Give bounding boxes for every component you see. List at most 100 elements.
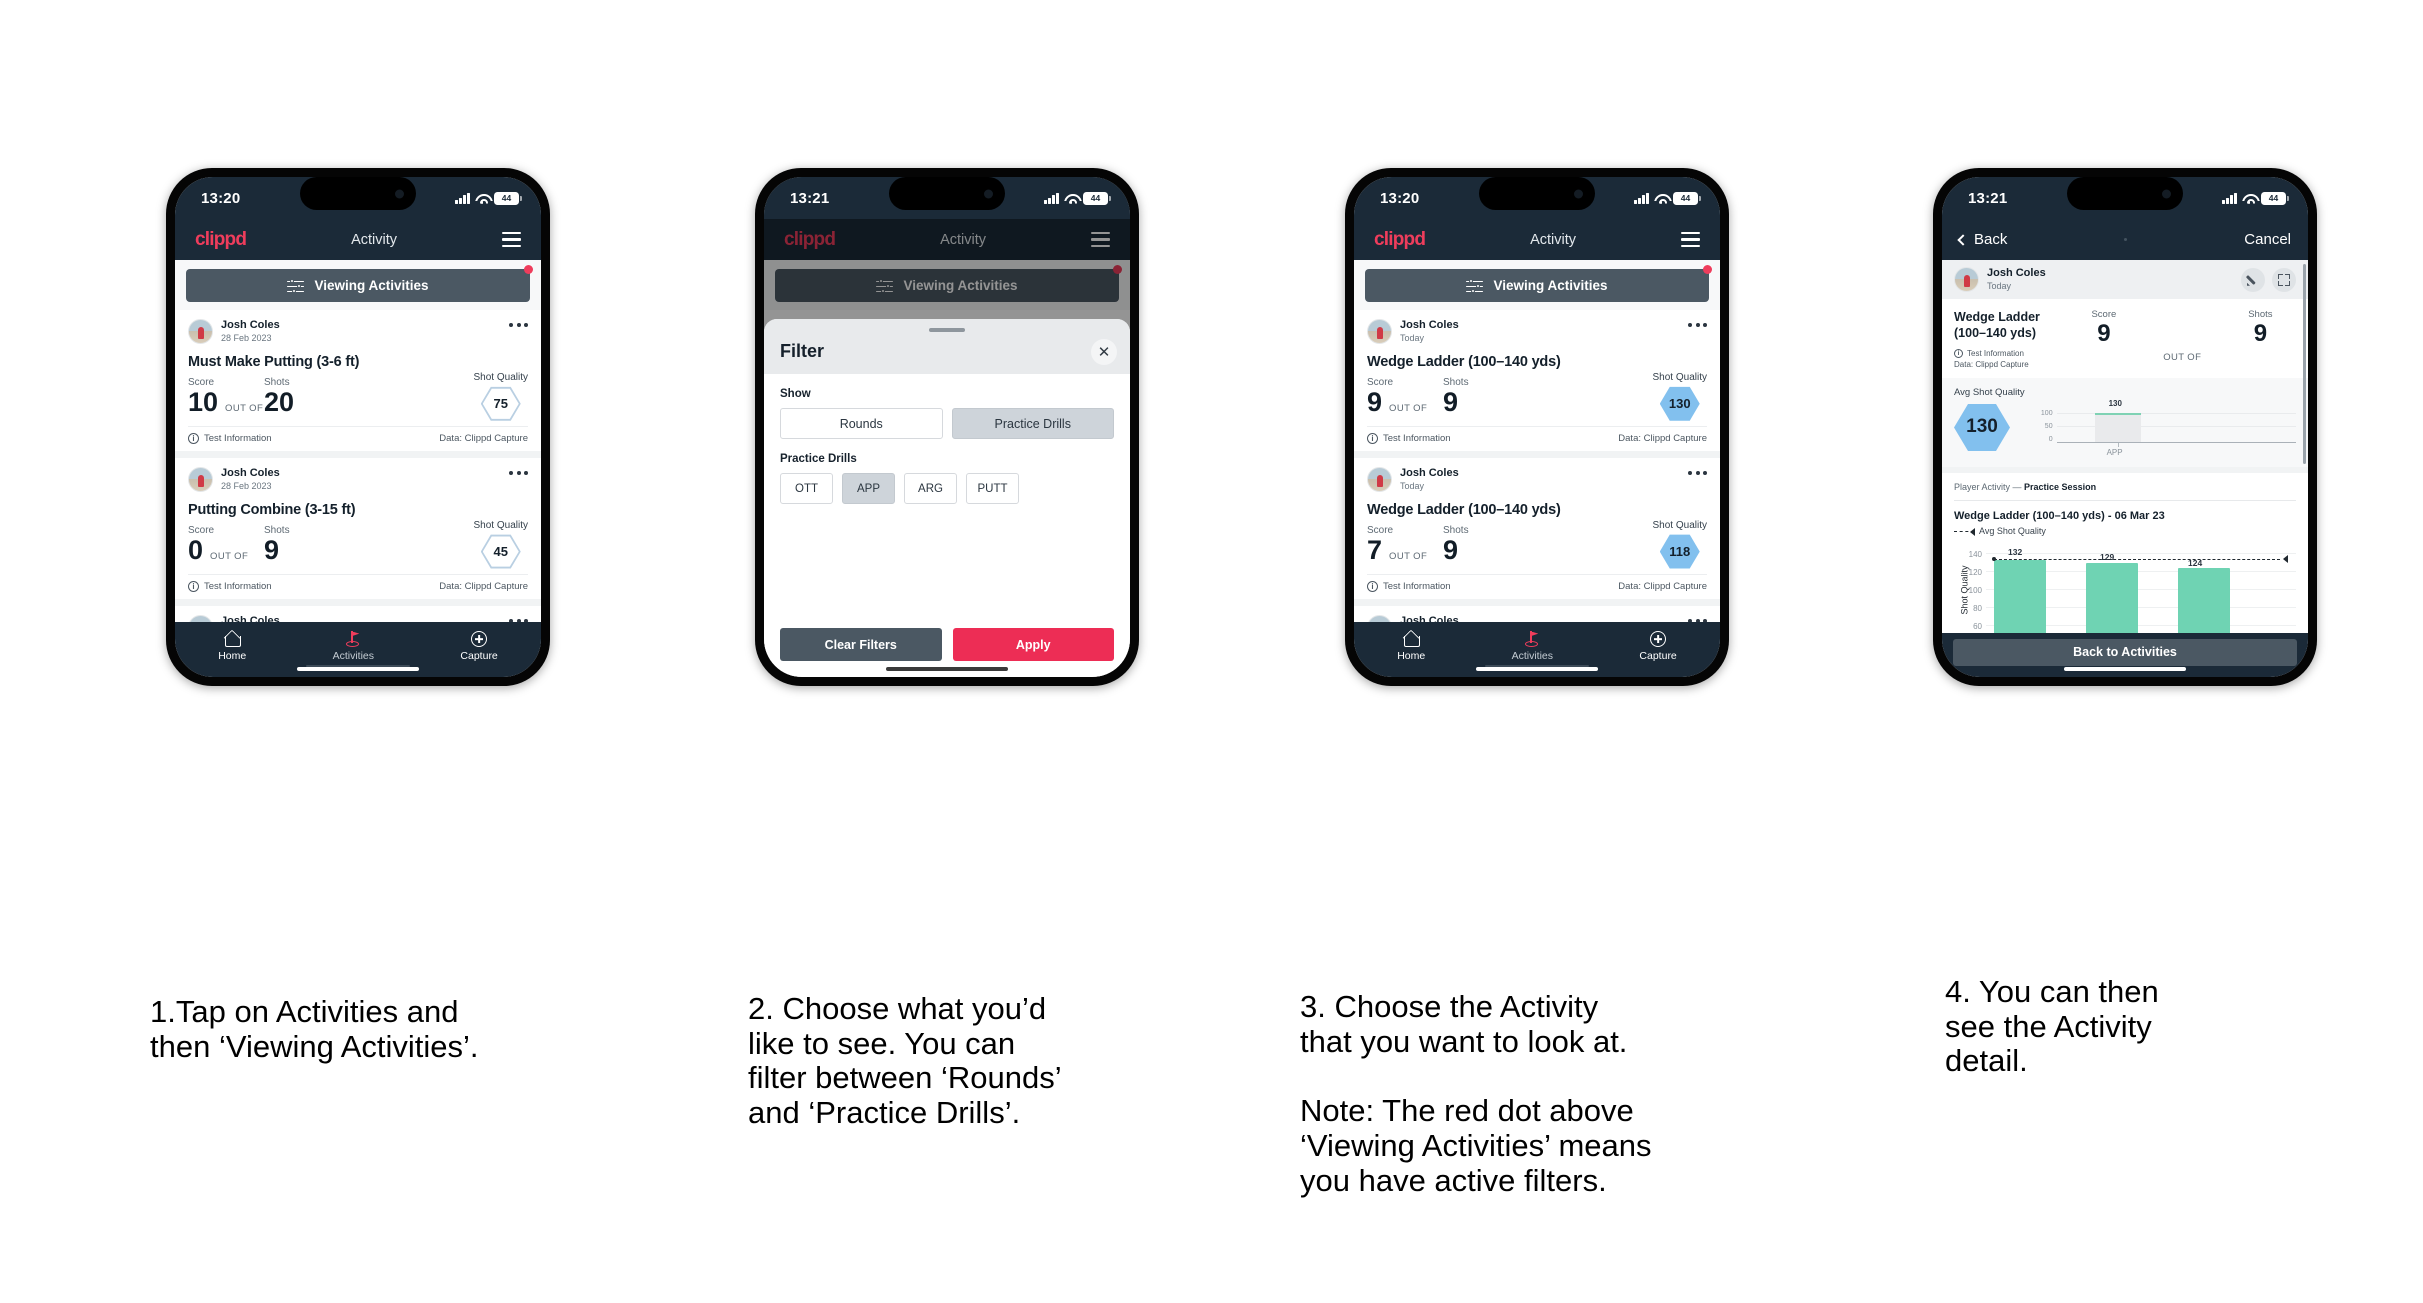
menu-icon[interactable] [501,232,521,247]
filter-sliders-icon [287,278,305,293]
more-options-icon[interactable] [509,467,528,475]
drill-option-arg[interactable]: ARG [904,473,957,504]
user-name: Josh Coles [1400,466,1459,479]
viewing-activities-button[interactable]: Viewing Activities [1365,269,1709,302]
more-options-icon[interactable] [1688,319,1707,327]
back-to-activities-button[interactable]: Back to Activities [1953,638,2297,666]
activity-card[interactable]: Josh Coles Today Wedge Ladder (100–140 y… [1354,310,1720,458]
nav-home[interactable]: Home [218,631,246,662]
nav-home[interactable]: Home [1397,631,1425,662]
ytick-80: 80 [1973,604,1982,614]
activity-list[interactable]: Josh Coles 28 Feb 2023 Must Make Putting… [175,310,541,622]
tutorial-board: 13:20 44 clippd Activity Viewing Activit… [0,0,2423,1303]
close-icon[interactable]: ✕ [1091,339,1117,365]
shot-quality-label: Shot Quality [473,371,528,383]
player-activity-value: Practice Session [2024,482,2097,493]
page-title: Activity [351,231,398,248]
drill-option-ott[interactable]: OTT [780,473,833,504]
detail-title: Wedge Ladder (100–140 yds) [1954,310,2040,341]
caption-2: 2. Choose what you’d like to see. You ca… [748,991,1062,1131]
activity-card[interactable]: Josh Coles Today Wedge Ladder (100–140 y… [1354,458,1720,606]
cancel-button[interactable]: Cancel [2244,231,2291,248]
drill-option-putt[interactable]: PUTT [966,473,1019,504]
mini-bar-app [2094,413,2141,443]
more-options-icon[interactable] [509,615,528,622]
show-options-row: Rounds Practice Drills [780,408,1114,439]
app-bar: clippd Activity [175,219,541,260]
fullscreen-button[interactable] [2272,267,2296,292]
activity-card-partial[interactable]: Josh Coles 28 Feb 2023 [1354,606,1720,622]
avg-shot-quality-panel: Avg Shot Quality 130 100 50 0 130 APP [1942,378,2308,474]
home-indicator[interactable] [2064,667,2186,671]
nav-capture[interactable]: Capture [460,631,498,662]
score-value: 9 [2097,320,2111,348]
info-icon: i [1954,349,1963,359]
bar-2 [2086,563,2138,633]
dynamic-island [889,177,1005,210]
clippd-logo: clippd [1374,228,1426,250]
nav-capture[interactable]: Capture [1639,631,1677,662]
phone-1-screen: 13:20 44 clippd Activity Viewing Activit… [175,177,541,677]
shots-value: 9 [2253,320,2268,348]
apply-button[interactable]: Apply [952,628,1114,661]
bar-2-value: 129 [2100,552,2115,563]
nav-activities-label: Activities [332,650,375,662]
avatar [188,467,213,492]
test-information-label: Test Information [1383,432,1451,444]
drill-option-app[interactable]: APP [842,473,895,504]
nav-activities[interactable]: Activities [333,631,374,662]
avatar [188,319,213,345]
test-information-label: Test Information [1967,349,2024,359]
activity-list[interactable]: Josh Coles Today Wedge Ladder (100–140 y… [1354,310,1720,622]
more-options-icon[interactable] [1688,615,1707,622]
back-button[interactable]: Back [1957,231,2007,248]
clear-filters-button[interactable]: Clear Filters [780,628,942,661]
show-option-practice-drills[interactable]: Practice Drills [951,408,1114,439]
data-source-label: Data: Clippd Capture [439,432,528,444]
detail-scroll-area[interactable]: Josh Coles Today Wedge Ladder (100–140 y… [1942,260,2308,633]
edit-button[interactable] [2241,267,2265,292]
phone-4-screen: 13:21 44 Back Cancel Josh Coles Today We… [1942,177,2308,677]
status-time: 13:20 [201,189,241,207]
active-filters-dot [524,265,533,274]
user-name: Josh Coles [1400,319,1459,331]
phone-2-frame: 13:21 44 clippd Activity Viewing Activit… [755,168,1139,686]
activity-card-partial[interactable]: Josh Coles 28 Feb 2023 [175,606,541,622]
more-options-icon[interactable] [1688,467,1707,475]
score-value: 0 [188,535,204,566]
home-indicator[interactable] [1476,667,1598,671]
home-indicator[interactable] [886,667,1008,671]
app-bar: clippd Activity [1354,219,1720,260]
activity-date: 28 Feb 2023 [221,480,272,491]
mini-ytick-100: 100 [2040,410,2053,418]
viewing-activities-button[interactable]: Viewing Activities [186,269,530,302]
cellular-signal-icon [1044,192,1059,204]
status-time: 13:21 [1968,189,2008,207]
activity-card[interactable]: Josh Coles 28 Feb 2023 Putting Combine (… [175,458,541,606]
detail-user-header: Josh Coles Today [1942,260,2308,300]
practice-drills-section-label: Practice Drills [780,453,857,465]
avg-reference-line [1994,559,2280,561]
menu-icon[interactable] [1680,232,1700,247]
more-options-icon[interactable] [509,319,528,327]
battery-icon: 44 [2261,191,2290,205]
filter-sliders-icon [1466,278,1484,293]
data-source-label: Data: Clippd Capture [1954,360,2029,370]
nav-home-label: Home [1397,650,1426,662]
legend-dashed-line-icon [1954,527,1975,536]
dynamic-island [2067,177,2183,210]
plus-circle-icon [1650,631,1667,647]
cellular-signal-icon [455,192,470,204]
scrollbar[interactable] [2303,264,2306,464]
home-indicator[interactable] [297,667,419,671]
score-label: Score [2091,309,2117,321]
sheet-grabber[interactable] [929,328,965,332]
nav-activities[interactable]: Activities [1512,631,1553,662]
detail-summary: Wedge Ladder (100–140 yds) i Test Inform… [1942,299,2308,379]
activity-card[interactable]: Josh Coles 28 Feb 2023 Must Make Putting… [175,310,541,458]
out-of-label: OUT OF [225,403,264,415]
ytick-100: 100 [1968,586,1982,596]
wifi-icon [475,193,489,204]
dynamic-island [1479,177,1595,210]
show-option-rounds[interactable]: Rounds [780,408,943,439]
